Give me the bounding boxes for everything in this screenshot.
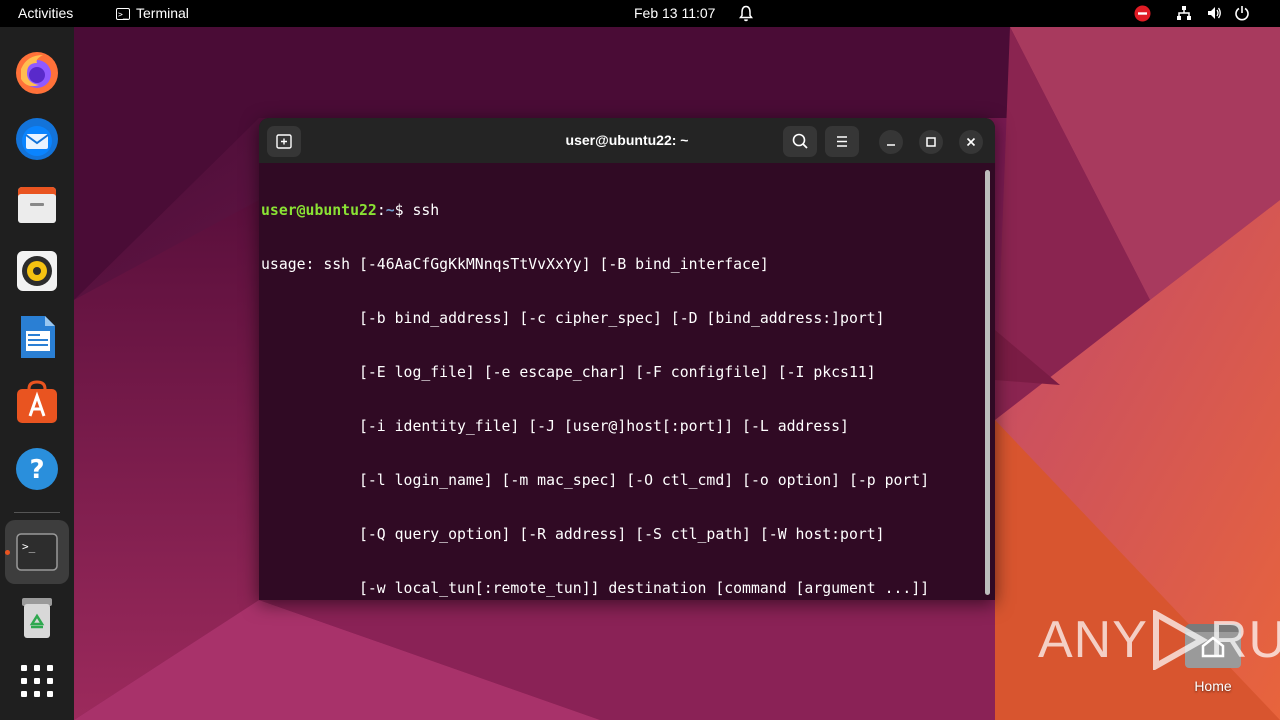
app-menu-label: Terminal — [136, 5, 189, 21]
svg-text:?: ? — [29, 455, 44, 485]
prompt-path: ~ — [385, 202, 395, 219]
close-icon — [966, 137, 976, 147]
prompt-symbol: $ — [394, 202, 413, 219]
terminal-app-icon: >_ — [116, 7, 130, 20]
watermark: ANY RUN — [1038, 610, 1280, 670]
maximize-icon — [926, 137, 936, 147]
prompt-user: user@ubuntu22 — [261, 202, 377, 219]
dock: ? >_ — [0, 27, 74, 720]
show-apps-icon[interactable] — [13, 657, 61, 705]
app-menu[interactable]: >_ Terminal — [116, 0, 189, 27]
trash-icon[interactable] — [13, 594, 61, 642]
play-logo-icon — [1152, 610, 1208, 670]
clock[interactable]: Feb 13 11:07 — [634, 0, 715, 27]
firefox-icon[interactable] — [13, 49, 61, 97]
watermark-text-right: RUN — [1209, 611, 1280, 669]
terminal-content[interactable]: user@ubuntu22:~$ ssh usage: ssh [-46AaCf… — [261, 166, 981, 600]
thunderbird-icon[interactable] — [13, 115, 61, 163]
terminal-icon[interactable]: >_ — [13, 528, 61, 576]
prompt-separator: : — [376, 202, 386, 219]
terminal-scrollbar[interactable] — [985, 170, 990, 595]
rhythmbox-icon[interactable] — [13, 247, 61, 295]
top-bar: Activities >_ Terminal Feb 13 11:07 — [0, 0, 1280, 27]
new-tab-icon — [276, 134, 292, 149]
output-line: [-b bind_address] [-c cipher_spec] [-D [… — [261, 310, 885, 327]
libreoffice-writer-icon[interactable] — [13, 313, 61, 361]
terminal-titlebar[interactable]: user@ubuntu22: ~ — [259, 118, 995, 163]
close-button[interactable] — [959, 130, 983, 154]
command-text: ssh — [412, 202, 440, 219]
system-tray[interactable] — [1130, 0, 1280, 27]
command-line: user@ubuntu22:~$ ssh — [261, 202, 981, 220]
search-icon — [792, 133, 808, 149]
files-icon[interactable] — [13, 181, 61, 229]
watermark-text-left: ANY — [1038, 611, 1148, 669]
hamburger-menu-icon — [837, 136, 847, 147]
network-wired-icon — [1177, 6, 1191, 20]
output-line: usage: ssh [-46AaCfGgKkMNnqsTtVvXxYy] [-… — [261, 256, 769, 273]
output-line: [-Q query_option] [-R address] [-S ctl_p… — [261, 526, 885, 543]
app-center-icon[interactable] — [13, 379, 61, 427]
search-button[interactable] — [783, 126, 817, 157]
output-line: [-l login_name] [-m mac_spec] [-O ctl_cm… — [261, 472, 930, 489]
running-indicator — [5, 550, 10, 555]
dock-separator — [14, 512, 60, 513]
maximize-button[interactable] — [919, 130, 943, 154]
home-folder-label[interactable]: Home — [1173, 678, 1253, 694]
do-not-disturb-icon — [1134, 5, 1151, 22]
volume-icon — [1208, 7, 1221, 19]
output-line: [-i identity_file] [-J [user@]host[:port… — [261, 418, 849, 435]
svg-text:>_: >_ — [22, 540, 36, 553]
new-tab-button[interactable] — [267, 126, 301, 157]
activities-button[interactable]: Activities — [18, 0, 73, 27]
power-icon — [1235, 6, 1249, 21]
output-line: [-E log_file] [-e escape_char] [-F confi… — [261, 364, 876, 381]
notification-bell-icon[interactable] — [738, 0, 754, 27]
output-line: [-w local_tun[:remote_tun]] destination … — [261, 580, 930, 597]
help-icon[interactable]: ? — [13, 445, 61, 493]
menu-button[interactable] — [825, 126, 859, 157]
minimize-icon — [887, 144, 895, 146]
minimize-button[interactable] — [879, 130, 903, 154]
terminal-window[interactable]: user@ubuntu22: ~ user@ubuntu22:~$ ssh us… — [259, 118, 995, 600]
